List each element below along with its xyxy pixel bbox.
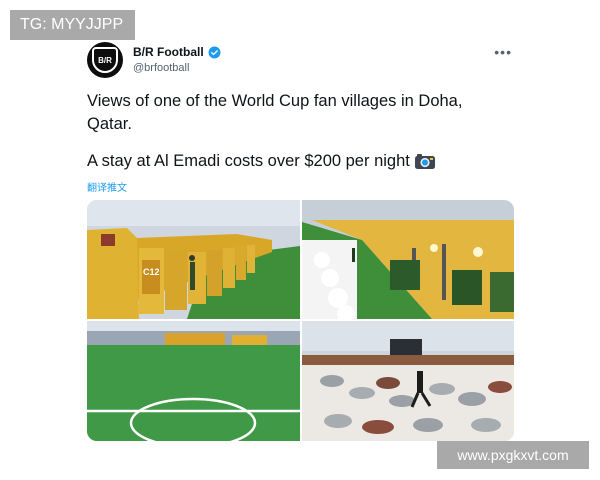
tweet-text: Views of one of the World Cup fan villag… <box>87 90 507 173</box>
verified-badge-icon <box>208 46 221 58</box>
avatar[interactable]: B/R <box>87 42 123 78</box>
avatar-logo: B/R <box>92 47 118 73</box>
photo-fan-zone-seating[interactable] <box>302 321 514 441</box>
handle[interactable]: @brfootball <box>133 62 189 74</box>
tg-label: TG: MYYJJPP <box>10 10 135 40</box>
translate-tweet-link[interactable]: 翻译推文 <box>87 179 127 194</box>
photo-fan-zone-seating-image <box>302 321 514 441</box>
photo-village-lane-image <box>302 200 514 319</box>
photo-containers-image: C12 <box>87 200 300 319</box>
photo-football-pitch[interactable] <box>87 321 300 441</box>
photo-football-pitch-image <box>87 321 300 441</box>
container-number-label: C12 <box>143 267 160 277</box>
tweet-text-line2: A stay at Al Emadi costs over $200 per n… <box>87 150 507 173</box>
photo-village-lane[interactable] <box>302 200 514 319</box>
display-name-text: B/R Football <box>133 45 204 59</box>
tweet-text-line2-text: A stay at Al Emadi costs over $200 per n… <box>87 152 410 170</box>
camera-icon <box>414 154 435 170</box>
tweet-text-line1: Views of one of the World Cup fan villag… <box>87 92 463 133</box>
media-grid[interactable]: C12 <box>87 200 514 441</box>
photo-containers-row[interactable]: C12 <box>87 200 300 319</box>
watermark-url: www.pxgkxvt.com <box>437 441 589 469</box>
display-name[interactable]: B/R Football <box>133 45 221 59</box>
more-icon[interactable]: ••• <box>494 44 512 60</box>
